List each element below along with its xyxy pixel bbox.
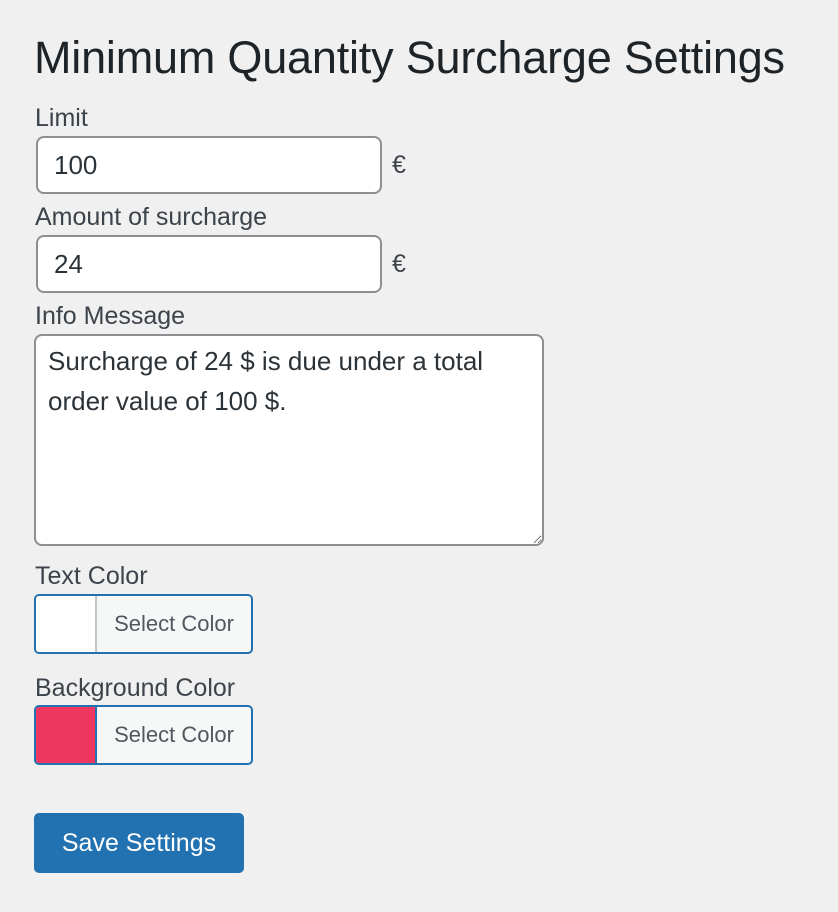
limit-input[interactable]	[36, 136, 382, 194]
surcharge-label: Amount of surcharge	[35, 203, 268, 231]
text-color-label: Text Color	[35, 562, 148, 590]
text-color-picker-button[interactable]: Select Color	[34, 594, 253, 654]
save-settings-button[interactable]: Save Settings	[34, 813, 244, 873]
surcharge-currency: €	[392, 250, 406, 278]
settings-page: Minimum Quantity Surcharge Settings Limi…	[0, 0, 838, 912]
text-color-swatch	[36, 596, 97, 652]
limit-currency: €	[392, 151, 406, 179]
text-color-select-label: Select Color	[114, 611, 234, 636]
limit-label: Limit	[35, 104, 88, 132]
info-message-textarea[interactable]: Surcharge of 24 $ is due under a total o…	[34, 334, 544, 546]
background-color-select-label: Select Color	[114, 722, 234, 747]
surcharge-input[interactable]	[36, 235, 382, 293]
info-message-label: Info Message	[35, 302, 186, 330]
background-color-label: Background Color	[35, 674, 236, 702]
background-color-swatch	[36, 707, 97, 763]
page-title: Minimum Quantity Surcharge Settings	[34, 32, 785, 83]
background-color-picker-button[interactable]: Select Color	[34, 705, 253, 765]
